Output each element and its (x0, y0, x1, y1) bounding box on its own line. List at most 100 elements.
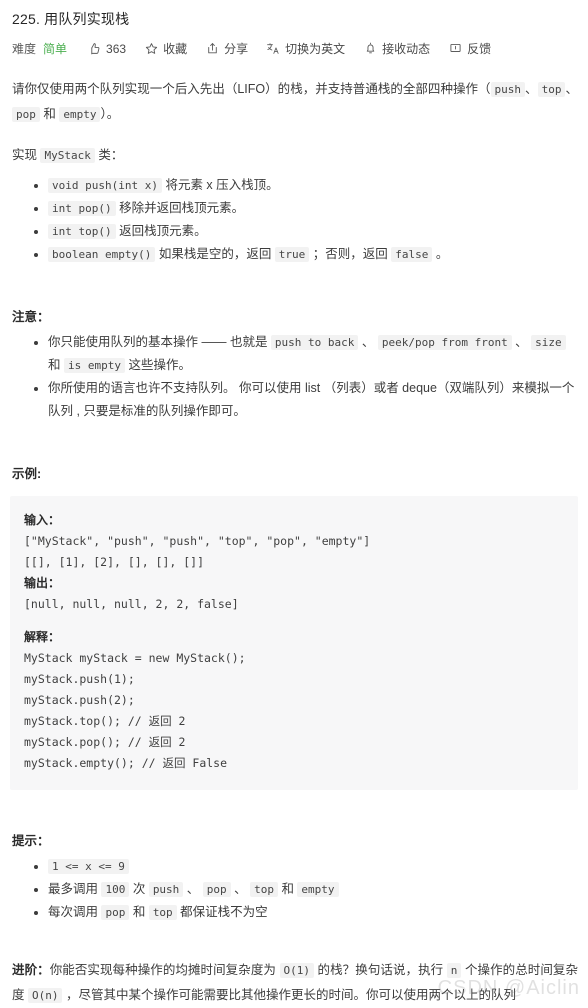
class-text-b: 类： (94, 148, 124, 162)
hints-list: 1 <= x <= 9 最多调用 100 次 push 、 pop 、 top … (10, 855, 578, 924)
list-item: 你所使用的语言也许不支持队列。 你可以使用 list （列表）或者 deque（… (34, 377, 578, 423)
inline-code-empty: empty (297, 882, 339, 897)
like-button[interactable]: 363 (87, 42, 126, 56)
translate-icon (266, 42, 280, 56)
method-desc: 移除并返回栈顶元素。 (115, 201, 245, 215)
inline-code-method: int top() (48, 224, 116, 239)
hint-text-a: 每次调用 (48, 905, 102, 919)
method-desc-2: ；否则，返回 (309, 247, 392, 261)
inline-code-pop: pop (12, 107, 40, 122)
inline-code-method: int pop() (48, 201, 116, 216)
advanced-text-b: 的栈？换句话说，执行 (314, 963, 447, 977)
share-icon (205, 42, 219, 56)
inline-code-top: top (250, 882, 278, 897)
list-item: 每次调用 pop 和 top 都保证栈不为空 (34, 901, 578, 924)
output-label: 输出： (24, 576, 61, 590)
inline-code-o1: O(1) (279, 963, 314, 978)
list-item: int top() 返回栈顶元素。 (34, 220, 578, 243)
inline-code-pop: pop (101, 905, 130, 920)
explain-line: myStack.top(); // 返回 2 (24, 714, 186, 728)
difficulty-label: 难度 (12, 42, 37, 56)
difficulty-value: 简单 (43, 42, 68, 56)
inline-code-mystack: MyStack (40, 148, 95, 163)
notes-list: 你只能使用队列的基本操作 —— 也就是 push to back 、 peek/… (10, 331, 578, 423)
inline-code-size: size (531, 335, 566, 350)
explain-line: myStack.pop(); // 返回 2 (24, 735, 186, 749)
star-icon (144, 42, 158, 56)
inline-code-push-to-back: push to back (270, 335, 359, 350)
explain-line: MyStack myStack = new MyStack(); (24, 651, 246, 665)
translate-button[interactable]: 切换为英文 (266, 40, 345, 57)
explain-line: myStack.push(2); (24, 693, 135, 707)
feedback-icon (448, 42, 462, 56)
inline-code-peek-pop-from-front: peek/pop from front (377, 335, 512, 350)
explain-label: 解释： (24, 630, 61, 644)
inline-code-true: true (274, 247, 310, 262)
thumbs-up-icon (87, 42, 101, 56)
class-paragraph: 实现 MyStack 类： (12, 143, 578, 168)
share-button[interactable]: 分享 (205, 40, 248, 57)
advanced-paragraph: 进阶：你能否实现每种操作的均摊时间复杂度为 O(1) 的栈？换句话说，执行 n … (12, 958, 578, 1008)
list-item: 你只能使用队列的基本操作 —— 也就是 push to back 、 peek/… (34, 331, 578, 377)
method-desc: 如果栈是空的，返回 (155, 247, 275, 261)
advanced-text-d: ，尽管其中某个操作可能需要比其他操作更长的时间。你可以使用两个以上的队列 (62, 988, 516, 1002)
input-label: 输入： (24, 513, 61, 527)
inline-code-100: 100 (101, 882, 130, 897)
note-text-d: 和 (48, 358, 64, 372)
explain-line: myStack.empty(); // 返回 False (24, 756, 228, 770)
inline-code-n: n (446, 963, 462, 978)
inline-code-push: push (148, 882, 184, 897)
advanced-text-a: 你能否实现每种操作的均摊时间复杂度为 (49, 963, 280, 977)
intro-text-b: 、 (525, 82, 538, 96)
feedback-button[interactable]: 反馈 (448, 40, 491, 57)
share-label: 分享 (224, 42, 249, 56)
intro-text-d: 和 (39, 107, 60, 121)
hints-heading: 提示： (12, 834, 50, 848)
bell-icon (363, 42, 377, 56)
translate-label: 切换为英文 (285, 42, 346, 56)
intro-text-e: ）。 (100, 107, 120, 121)
inline-code-top: top (537, 82, 566, 97)
note-text-a: 你只能使用队列的基本操作 —— 也就是 (48, 335, 271, 349)
note-text-b: 、 (358, 335, 378, 349)
inline-code-constraint: 1 <= x <= 9 (48, 859, 129, 874)
method-desc-3: 。 (432, 247, 449, 261)
input-line-2: [[], [1], [2], [], [], []] (24, 555, 205, 569)
intro-text-a: 请你仅使用两个队列实现一个后入先出（LIFO）的栈，并支持普通栈的全部四种操作（ (12, 82, 491, 96)
list-item: void push(int x) 将元素 x 压入栈顶。 (34, 174, 578, 197)
subscribe-label: 接收动态 (382, 42, 431, 56)
intro-paragraph: 请你仅使用两个队列实现一个后入先出（LIFO）的栈，并支持普通栈的全部四种操作（… (12, 77, 578, 127)
hint-text-c: 、 (183, 882, 203, 896)
like-count: 363 (106, 41, 127, 56)
list-item: int pop() 移除并返回栈顶元素。 (34, 197, 578, 220)
hint-text-e: 和 (277, 882, 298, 896)
note-text-e: 这些操作。 (124, 358, 191, 372)
favorite-button[interactable]: 收藏 (144, 40, 187, 57)
page-title: 225. 用队列实现栈 (12, 11, 130, 27)
example-heading: 示例: (12, 467, 42, 481)
subscribe-button[interactable]: 接收动态 (363, 40, 430, 57)
list-item: 1 <= x <= 9 (34, 855, 578, 878)
hint-text-b: 和 (129, 905, 149, 919)
explain-line: myStack.push(1); (24, 672, 135, 686)
method-desc: 返回栈顶元素。 (115, 224, 207, 238)
inline-code-method: boolean empty() (48, 247, 156, 262)
method-list: void push(int x) 将元素 x 压入栈顶。 int pop() 移… (10, 174, 578, 266)
note-text-c: 、 (511, 335, 532, 349)
inline-code-empty: empty (59, 107, 101, 122)
inline-code-false: false (391, 247, 433, 262)
notes-heading: 注意： (12, 310, 50, 324)
method-desc: 将元素 x 压入栈顶。 (161, 178, 279, 192)
inline-code-is-empty: is empty (63, 358, 125, 373)
hint-text-b: 次 (129, 882, 149, 896)
advanced-label: 进阶： (12, 963, 50, 977)
intro-text-c: 、 (565, 82, 578, 96)
list-item: 最多调用 100 次 push 、 pop 、 top 和 empty (34, 878, 578, 901)
input-line-1: ["MyStack", "push", "push", "top", "pop"… (24, 534, 371, 548)
problem-page: 225. 用队列实现栈 难度 简单 363 收藏 分享 切换为英文 接收动态 反… (0, 0, 588, 1008)
inline-code-method: void push(int x) (48, 178, 162, 193)
problem-meta-bar: 难度 简单 363 收藏 分享 切换为英文 接收动态 反馈 (10, 29, 578, 57)
inline-code-pop: pop (202, 882, 231, 897)
hint-text-c: 都保证栈不为空 (176, 905, 268, 919)
hint-text-a: 最多调用 (48, 882, 102, 896)
